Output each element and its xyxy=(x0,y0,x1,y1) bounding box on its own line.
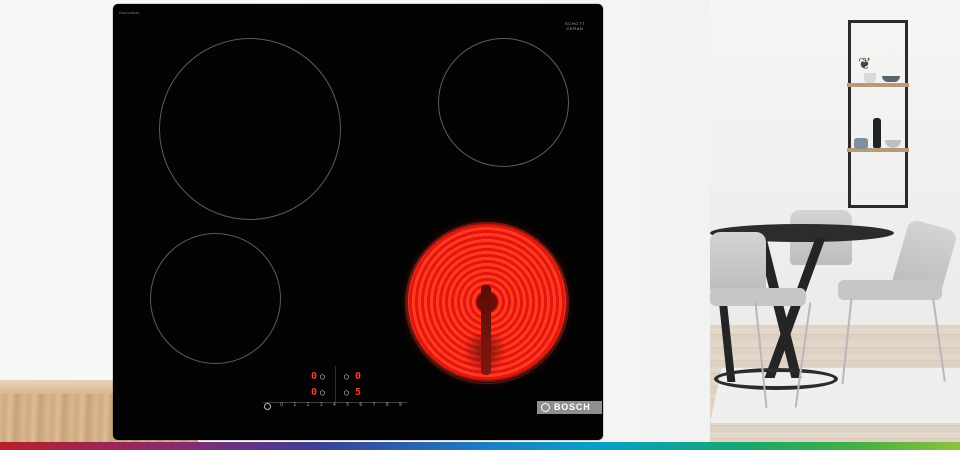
edge-mark-line2: CERAN xyxy=(566,26,584,31)
model-code-text: PKE611BA2E xyxy=(119,11,140,15)
slider-tick-label: 6 xyxy=(359,402,363,408)
zone-select-left-top-icon[interactable]: ◯ xyxy=(320,373,325,381)
cup xyxy=(854,138,868,149)
cooking-zone-rear-left xyxy=(159,38,341,220)
chair-seat-right xyxy=(838,280,942,300)
zone-select-right-bottom-icon[interactable]: ◯ xyxy=(344,389,349,397)
brand-logo-text: BOSCH xyxy=(554,402,591,412)
control-divider xyxy=(335,366,336,402)
heating-element-base xyxy=(463,335,507,375)
plant-icon: ❦ xyxy=(858,56,872,73)
zone-display-left-top: 0 xyxy=(311,371,318,382)
slider-tick-label: 3 xyxy=(319,402,323,408)
slider-tick-label: 0 xyxy=(280,402,284,408)
slider-tick-label: 9 xyxy=(398,402,402,408)
brand-color-band xyxy=(0,442,960,450)
slider-tick-label: 7 xyxy=(372,402,376,408)
bottle xyxy=(873,118,881,148)
zone-display-left-bottom: 0 xyxy=(311,387,318,398)
schott-ceran-mark: SCHOTT CERAN xyxy=(565,21,585,31)
table-base xyxy=(714,368,838,390)
chair-seat-front-left xyxy=(710,288,806,306)
product-image: PKE611BA2E SCHOTT CERAN 0 ◯ ◯ 0 0 ◯ ◯ 5 … xyxy=(0,0,960,450)
cooking-zone-rear-right-top xyxy=(438,38,569,167)
slider-tick-label: 1 xyxy=(293,402,297,408)
slider-tick-label: 4 xyxy=(332,402,336,408)
chair-back-front-left xyxy=(710,232,766,292)
slider-tick-label: 2 xyxy=(306,402,310,408)
slider-tick-label: 8 xyxy=(385,402,389,408)
zone-display-right-bottom: 5 xyxy=(355,387,362,398)
zone-select-right-top-icon[interactable]: ◯ xyxy=(344,373,349,381)
wall-shelf-frame xyxy=(848,20,908,208)
zone-display-right-top: 0 xyxy=(355,371,362,382)
plant-pot xyxy=(864,73,876,83)
dining-room-scene: ❦ xyxy=(710,0,960,445)
slider-tick-label: 5 xyxy=(346,402,350,408)
zone-select-left-bottom-icon[interactable]: ◯ xyxy=(320,389,325,397)
cooking-zone-front-left xyxy=(150,233,281,364)
shelf-upper xyxy=(847,83,909,87)
bosch-logo-icon xyxy=(541,403,550,412)
